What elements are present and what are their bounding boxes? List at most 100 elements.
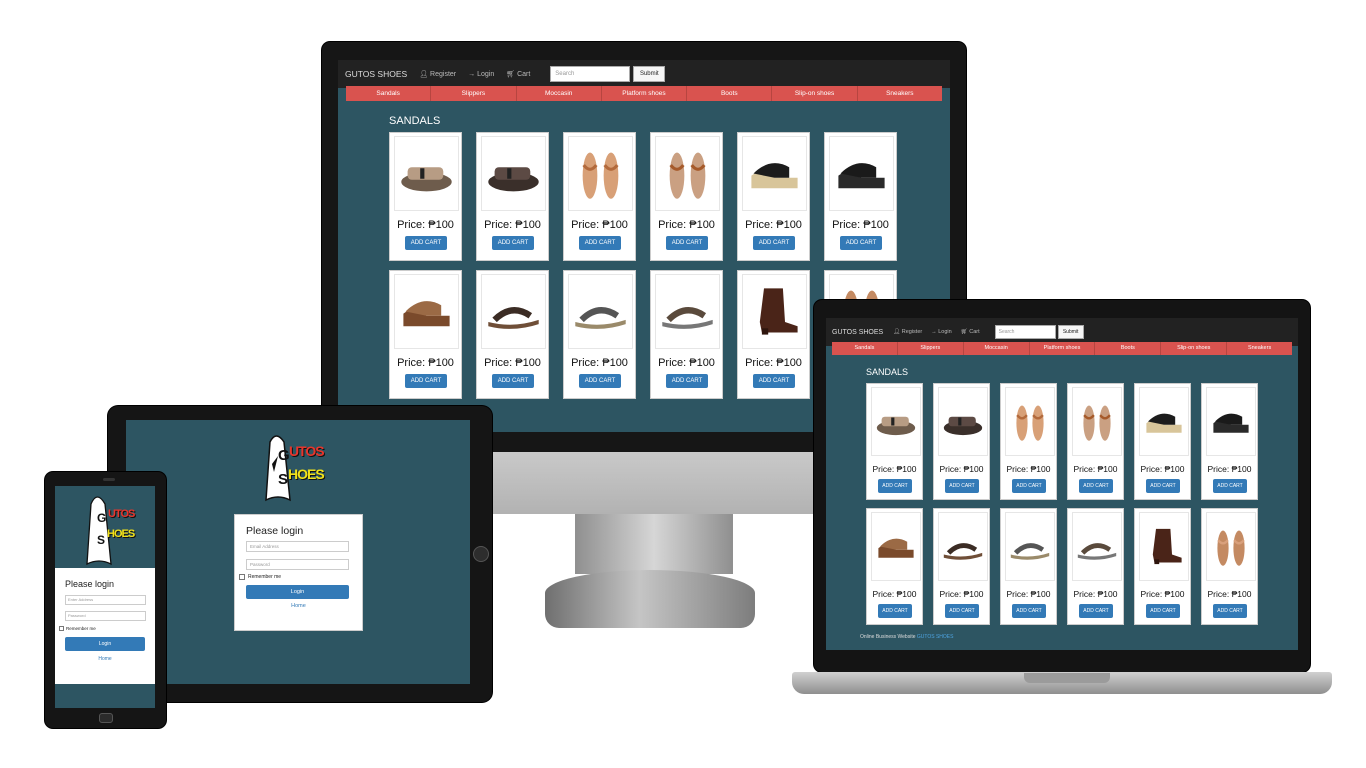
- search-input[interactable]: Search: [994, 325, 1056, 339]
- remember-checkbox[interactable]: [239, 574, 245, 580]
- category-platform-shoes[interactable]: Platform shoes: [1030, 342, 1096, 355]
- add-cart-button[interactable]: ADD CART: [666, 236, 708, 250]
- category-platform-shoes[interactable]: Platform shoes: [602, 86, 688, 101]
- product-thumbnail[interactable]: [394, 274, 459, 349]
- category-sandals[interactable]: Sandals: [346, 86, 432, 101]
- submit-button[interactable]: Submit: [633, 66, 666, 82]
- category-sneakers[interactable]: Sneakers: [1227, 342, 1292, 355]
- brand-link[interactable]: GUTOS SHOES: [832, 329, 883, 336]
- product-thumbnail[interactable]: [938, 387, 988, 456]
- add-cart-button[interactable]: ADD CART: [878, 604, 912, 618]
- login-button[interactable]: Login: [246, 585, 349, 599]
- laptop-notch: [1024, 673, 1110, 683]
- shoe-image: [1083, 405, 1111, 441]
- product-thumbnail[interactable]: [871, 512, 921, 581]
- register-link[interactable]: 👤︎ Register: [893, 329, 922, 335]
- product-thumbnail[interactable]: [1072, 387, 1122, 456]
- add-cart-button[interactable]: ADD CART: [492, 374, 534, 388]
- product-thumbnail[interactable]: [871, 387, 921, 456]
- login-icon: →: [468, 70, 476, 78]
- product-thumbnail[interactable]: [655, 274, 720, 349]
- add-cart-button[interactable]: ADD CART: [1079, 479, 1113, 493]
- login-link[interactable]: → Login: [931, 329, 952, 335]
- add-cart-button[interactable]: ADD CART: [753, 236, 795, 250]
- add-cart-button[interactable]: ADD CART: [1012, 479, 1046, 493]
- add-cart-button[interactable]: ADD CART: [405, 236, 447, 250]
- category-moccasin[interactable]: Moccasin: [517, 86, 602, 101]
- category-moccasin[interactable]: Moccasin: [964, 342, 1030, 355]
- product-thumbnail[interactable]: [742, 274, 807, 349]
- product-thumbnail[interactable]: [568, 136, 633, 211]
- email-field[interactable]: Enter Address: [65, 595, 146, 605]
- add-cart-button[interactable]: ADD CART: [579, 236, 621, 250]
- product-thumbnail[interactable]: [481, 136, 546, 211]
- cart-link[interactable]: 🛒︎ Cart: [506, 70, 530, 79]
- brand-link[interactable]: GUTOS SHOES: [345, 69, 407, 79]
- add-cart-button[interactable]: ADD CART: [1146, 479, 1180, 493]
- add-cart-button[interactable]: ADD CART: [878, 479, 912, 493]
- login-link[interactable]: → Login: [468, 71, 494, 78]
- remember-checkbox[interactable]: [59, 626, 64, 631]
- product-card: Price: ₱100 ADD CART: [737, 270, 810, 399]
- add-cart-button[interactable]: ADD CART: [753, 374, 795, 388]
- product-thumbnail[interactable]: [1139, 387, 1189, 456]
- user-icon: 👤︎: [893, 329, 901, 335]
- add-cart-button[interactable]: ADD CART: [840, 236, 882, 250]
- remember-label: Remember me: [66, 626, 96, 631]
- category-sneakers[interactable]: Sneakers: [858, 86, 942, 101]
- product-thumbnail[interactable]: [938, 512, 988, 581]
- password-field[interactable]: Password: [65, 611, 146, 621]
- remember-me[interactable]: Remember me: [239, 574, 281, 580]
- email-field[interactable]: Email Address: [246, 541, 349, 552]
- category-slippers[interactable]: Slippers: [431, 86, 517, 101]
- category-slip-on-shoes[interactable]: Slip-on shoes: [1161, 342, 1228, 355]
- logo: G S UTOS HOES: [81, 488, 143, 568]
- password-field[interactable]: Password: [246, 559, 349, 570]
- home-link[interactable]: Home: [235, 603, 362, 609]
- product-thumbnail[interactable]: [829, 136, 894, 211]
- add-cart-button[interactable]: ADD CART: [945, 479, 979, 493]
- add-cart-button[interactable]: ADD CART: [405, 374, 447, 388]
- add-cart-button[interactable]: ADD CART: [1213, 604, 1247, 618]
- add-cart-button[interactable]: ADD CART: [1012, 604, 1046, 618]
- product-thumbnail[interactable]: [394, 136, 459, 211]
- product-thumbnail[interactable]: [1005, 512, 1055, 581]
- footer-link[interactable]: GUTOS SHOES: [917, 634, 954, 640]
- product-card: Price: ₱100 ADD CART: [1000, 383, 1057, 500]
- svg-text:S: S: [97, 533, 105, 547]
- home-link[interactable]: Home: [55, 656, 155, 662]
- product-thumbnail[interactable]: [1072, 512, 1122, 581]
- product-thumbnail[interactable]: [655, 136, 720, 211]
- category-boots[interactable]: Boots: [1095, 342, 1162, 355]
- cart-icon: 🛒︎: [506, 71, 516, 78]
- product-thumbnail[interactable]: [1005, 387, 1055, 456]
- category-boots[interactable]: Boots: [687, 86, 773, 101]
- product-grid: Price: ₱100 ADD CART Price: ₱100 ADD CART Pr…: [866, 383, 1258, 625]
- search-input[interactable]: Search: [550, 66, 631, 82]
- add-cart-button[interactable]: ADD CART: [1146, 604, 1180, 618]
- add-cart-button[interactable]: ADD CART: [492, 236, 534, 250]
- product-thumbnail[interactable]: [1206, 387, 1256, 456]
- product-card: Price: ₱100 ADD CART: [389, 270, 462, 399]
- product-thumbnail[interactable]: [742, 136, 807, 211]
- product-thumbnail[interactable]: [1139, 512, 1189, 581]
- product-card: Price: ₱100 ADD CART: [1134, 508, 1191, 625]
- cart-link[interactable]: 🛒︎ Cart: [961, 329, 980, 335]
- remember-me[interactable]: Remember me: [59, 626, 96, 631]
- login-label: Login: [938, 329, 952, 335]
- login-button[interactable]: Login: [65, 637, 145, 651]
- add-cart-button[interactable]: ADD CART: [579, 374, 621, 388]
- add-cart-button[interactable]: ADD CART: [945, 604, 979, 618]
- category-slip-on-shoes[interactable]: Slip-on shoes: [772, 86, 858, 101]
- add-cart-button[interactable]: ADD CART: [1079, 604, 1113, 618]
- submit-button[interactable]: Submit: [1057, 325, 1084, 339]
- product-thumbnail[interactable]: [1206, 512, 1256, 581]
- add-cart-button[interactable]: ADD CART: [666, 374, 708, 388]
- product-price: Price: ₱100: [872, 464, 917, 474]
- product-thumbnail[interactable]: [568, 274, 633, 349]
- category-sandals[interactable]: Sandals: [832, 342, 898, 355]
- product-thumbnail[interactable]: [481, 274, 546, 349]
- category-slippers[interactable]: Slippers: [898, 342, 964, 355]
- add-cart-button[interactable]: ADD CART: [1213, 479, 1247, 493]
- register-link[interactable]: 👤︎ Register: [419, 70, 456, 79]
